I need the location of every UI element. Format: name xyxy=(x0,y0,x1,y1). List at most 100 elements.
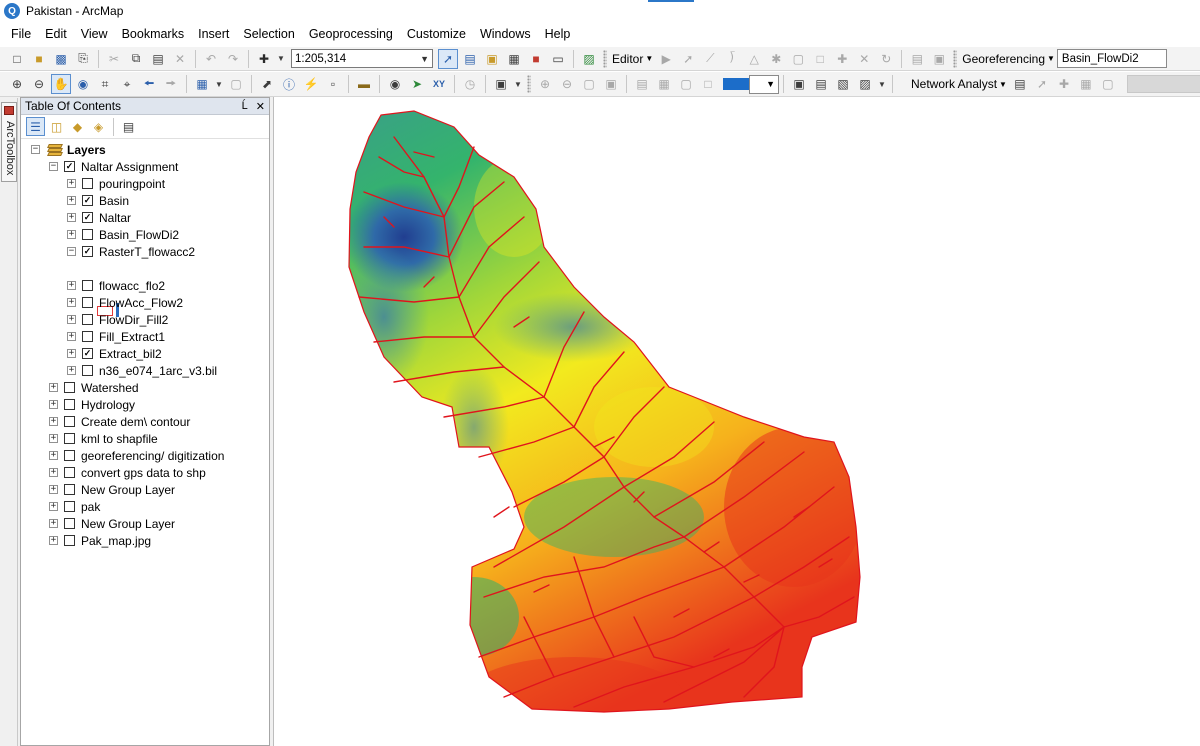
layer-visibility-checkbox[interactable]: ✓ xyxy=(82,246,93,257)
expand-icon[interactable]: + xyxy=(67,230,76,239)
expand-icon[interactable]: + xyxy=(67,281,76,290)
layout-zoom-whole-icon[interactable]: ▤ xyxy=(632,74,652,94)
zoom-out-icon[interactable]: ⊖ xyxy=(29,74,49,94)
toolbar-grip[interactable] xyxy=(527,75,531,93)
layer-node[interactable]: + FlowAcc_Flow2 xyxy=(67,294,183,311)
solve-icon[interactable]: ▦ xyxy=(1076,74,1096,94)
expand-icon[interactable]: + xyxy=(49,417,58,426)
expand-icon[interactable]: + xyxy=(49,485,58,494)
layout-zoom-100-icon[interactable]: ▦ xyxy=(654,74,674,94)
layer-visibility-checkbox[interactable] xyxy=(64,450,75,461)
expand-icon[interactable]: + xyxy=(49,519,58,528)
layer-visibility-checkbox[interactable] xyxy=(82,178,93,189)
edit-annotation-icon[interactable]: ➚ xyxy=(678,49,698,69)
html-popup-icon[interactable]: ▫ xyxy=(323,74,343,94)
menu-help[interactable]: Help xyxy=(538,22,578,46)
construction-tools-icon[interactable]: △ xyxy=(744,49,764,69)
layout-zoom-in-icon[interactable]: ⊕ xyxy=(535,74,555,94)
focus-data-frame-icon[interactable]: ▤ xyxy=(811,74,831,94)
create-features-icon[interactable]: ▣ xyxy=(929,49,949,69)
split-tool-icon[interactable]: ✱ xyxy=(766,49,786,69)
cut-polygon-icon[interactable]: □ xyxy=(810,49,830,69)
layer-node[interactable]: − ✓ RasterT_flowacc2 xyxy=(67,243,195,260)
fixed-zoom-in-icon[interactable]: ⌗ xyxy=(95,74,115,94)
layer-node[interactable]: + ✓ Extract_bil2 xyxy=(67,345,162,362)
layer-node[interactable]: + n36_e074_1arc_v3.bil xyxy=(67,362,217,379)
delete-icon[interactable]: ✕ xyxy=(170,49,190,69)
select-elements-icon[interactable]: ⬈ xyxy=(257,74,277,94)
expand-icon[interactable]: + xyxy=(49,383,58,392)
catalog-icon[interactable]: ▣ xyxy=(482,49,502,69)
layer-visibility-checkbox[interactable] xyxy=(64,518,75,529)
menu-geoprocessing[interactable]: Geoprocessing xyxy=(302,22,400,46)
layout-zoom-out-icon[interactable]: ⊖ xyxy=(557,74,577,94)
sketch-properties-icon[interactable]: ▤ xyxy=(907,49,927,69)
undo-icon[interactable]: ↶ xyxy=(201,49,221,69)
save-icon[interactable]: ▩ xyxy=(51,49,71,69)
toc-options-icon[interactable]: ▤ xyxy=(119,117,138,136)
fixed-zoom-out-icon[interactable]: ⌖ xyxy=(117,74,137,94)
menu-file[interactable]: File xyxy=(4,22,38,46)
trace-icon[interactable]: ⟌ xyxy=(722,49,742,69)
pan-hand-icon[interactable]: ✋ xyxy=(51,74,71,94)
expand-icon[interactable]: + xyxy=(49,434,58,443)
layers-root-node[interactable]: − Layers xyxy=(31,141,106,158)
group-layer-node[interactable]: + convert gps data to shp xyxy=(49,464,206,481)
network-analyst-menu[interactable]: Network Analyst ▼ xyxy=(909,77,1009,91)
georeferencing-layer-select[interactable]: Basin_FlowDi2 xyxy=(1056,49,1167,68)
group-layer-node[interactable]: + New Group Layer xyxy=(49,515,175,532)
list-by-source-icon[interactable]: ◫ xyxy=(47,117,66,136)
menu-bookmarks[interactable]: Bookmarks xyxy=(115,22,192,46)
basin-map-canvas[interactable] xyxy=(274,97,1200,746)
time-slider-icon[interactable]: ◷ xyxy=(460,74,480,94)
layer-visibility-checkbox[interactable] xyxy=(64,535,75,546)
create-network-location-icon[interactable]: ➚ xyxy=(1032,74,1052,94)
expand-icon[interactable]: + xyxy=(67,196,76,205)
map-scale-combobox[interactable]: 1:205,314 ▼ xyxy=(291,49,433,68)
arctoolbox-icon[interactable]: ■ xyxy=(526,49,546,69)
arctoolbox-tab[interactable]: ArcToolbox xyxy=(1,102,17,182)
new-document-icon[interactable]: □ xyxy=(7,49,27,69)
attributes-icon[interactable]: ↻ xyxy=(876,49,896,69)
chevron-down-icon[interactable]: ▼ xyxy=(214,74,224,94)
expand-icon[interactable]: + xyxy=(67,213,76,222)
layer-node[interactable]: + FlowDir_Fill2 xyxy=(67,311,168,328)
layer-node[interactable]: + pouringpoint xyxy=(67,175,165,192)
map-display[interactable] xyxy=(273,97,1200,746)
layout-full-page-icon[interactable]: ▣ xyxy=(601,74,621,94)
cut-icon[interactable]: ✂ xyxy=(104,49,124,69)
go-to-xy-icon[interactable]: XY xyxy=(429,74,449,94)
layer-node[interactable]: + flowacc_flo2 xyxy=(67,277,165,294)
python-window-icon[interactable]: ▭ xyxy=(548,49,568,69)
group-layer-node[interactable]: + Pak_map.jpg xyxy=(49,532,151,549)
directions-window-icon[interactable]: ▢ xyxy=(1098,74,1118,94)
layer-visibility-checkbox[interactable] xyxy=(82,331,93,342)
expand-icon[interactable]: + xyxy=(67,179,76,188)
expand-icon[interactable]: + xyxy=(67,366,76,375)
select-move-network-location-icon[interactable]: ✚ xyxy=(1054,74,1074,94)
layout-fixed-zoom-icon[interactable]: ▢ xyxy=(676,74,696,94)
layer-visibility-checkbox[interactable] xyxy=(82,280,93,291)
layer-visibility-checkbox[interactable] xyxy=(82,297,93,308)
edit-vertices-icon[interactable]: ✕ xyxy=(854,49,874,69)
layer-visibility-checkbox[interactable]: ✓ xyxy=(64,161,75,172)
toggle-draft-mode-icon[interactable]: ▣ xyxy=(789,74,809,94)
layer-node[interactable]: + Fill_Extract1 xyxy=(67,328,165,345)
change-layout-icon[interactable]: ▧ xyxy=(833,74,853,94)
rotate-icon[interactable]: ✚ xyxy=(832,49,852,69)
full-extent-globe-icon[interactable]: ◉ xyxy=(73,74,93,94)
close-icon[interactable]: ✕ xyxy=(256,100,265,113)
menu-insert[interactable]: Insert xyxy=(191,22,236,46)
group-layer-node[interactable]: + kml to shapfile xyxy=(49,430,158,447)
pin-icon[interactable]: Ĺ xyxy=(242,100,248,113)
layer-visibility-checkbox[interactable] xyxy=(64,416,75,427)
georeferencing-menu[interactable]: Georeferencing ▼ xyxy=(960,52,1057,66)
data-driven-pages-icon[interactable]: ▨ xyxy=(855,74,875,94)
go-forward-icon[interactable]: 🠚 xyxy=(161,74,181,94)
redo-icon[interactable]: ↷ xyxy=(223,49,243,69)
paste-icon[interactable]: ▤ xyxy=(148,49,168,69)
identify-icon[interactable]: ⓘ xyxy=(279,74,299,94)
chevron-down-icon[interactable]: ▼ xyxy=(513,74,523,94)
list-by-selection-icon[interactable]: ◈ xyxy=(89,117,108,136)
editor-toolbar-icon[interactable]: ➚ xyxy=(438,48,458,69)
